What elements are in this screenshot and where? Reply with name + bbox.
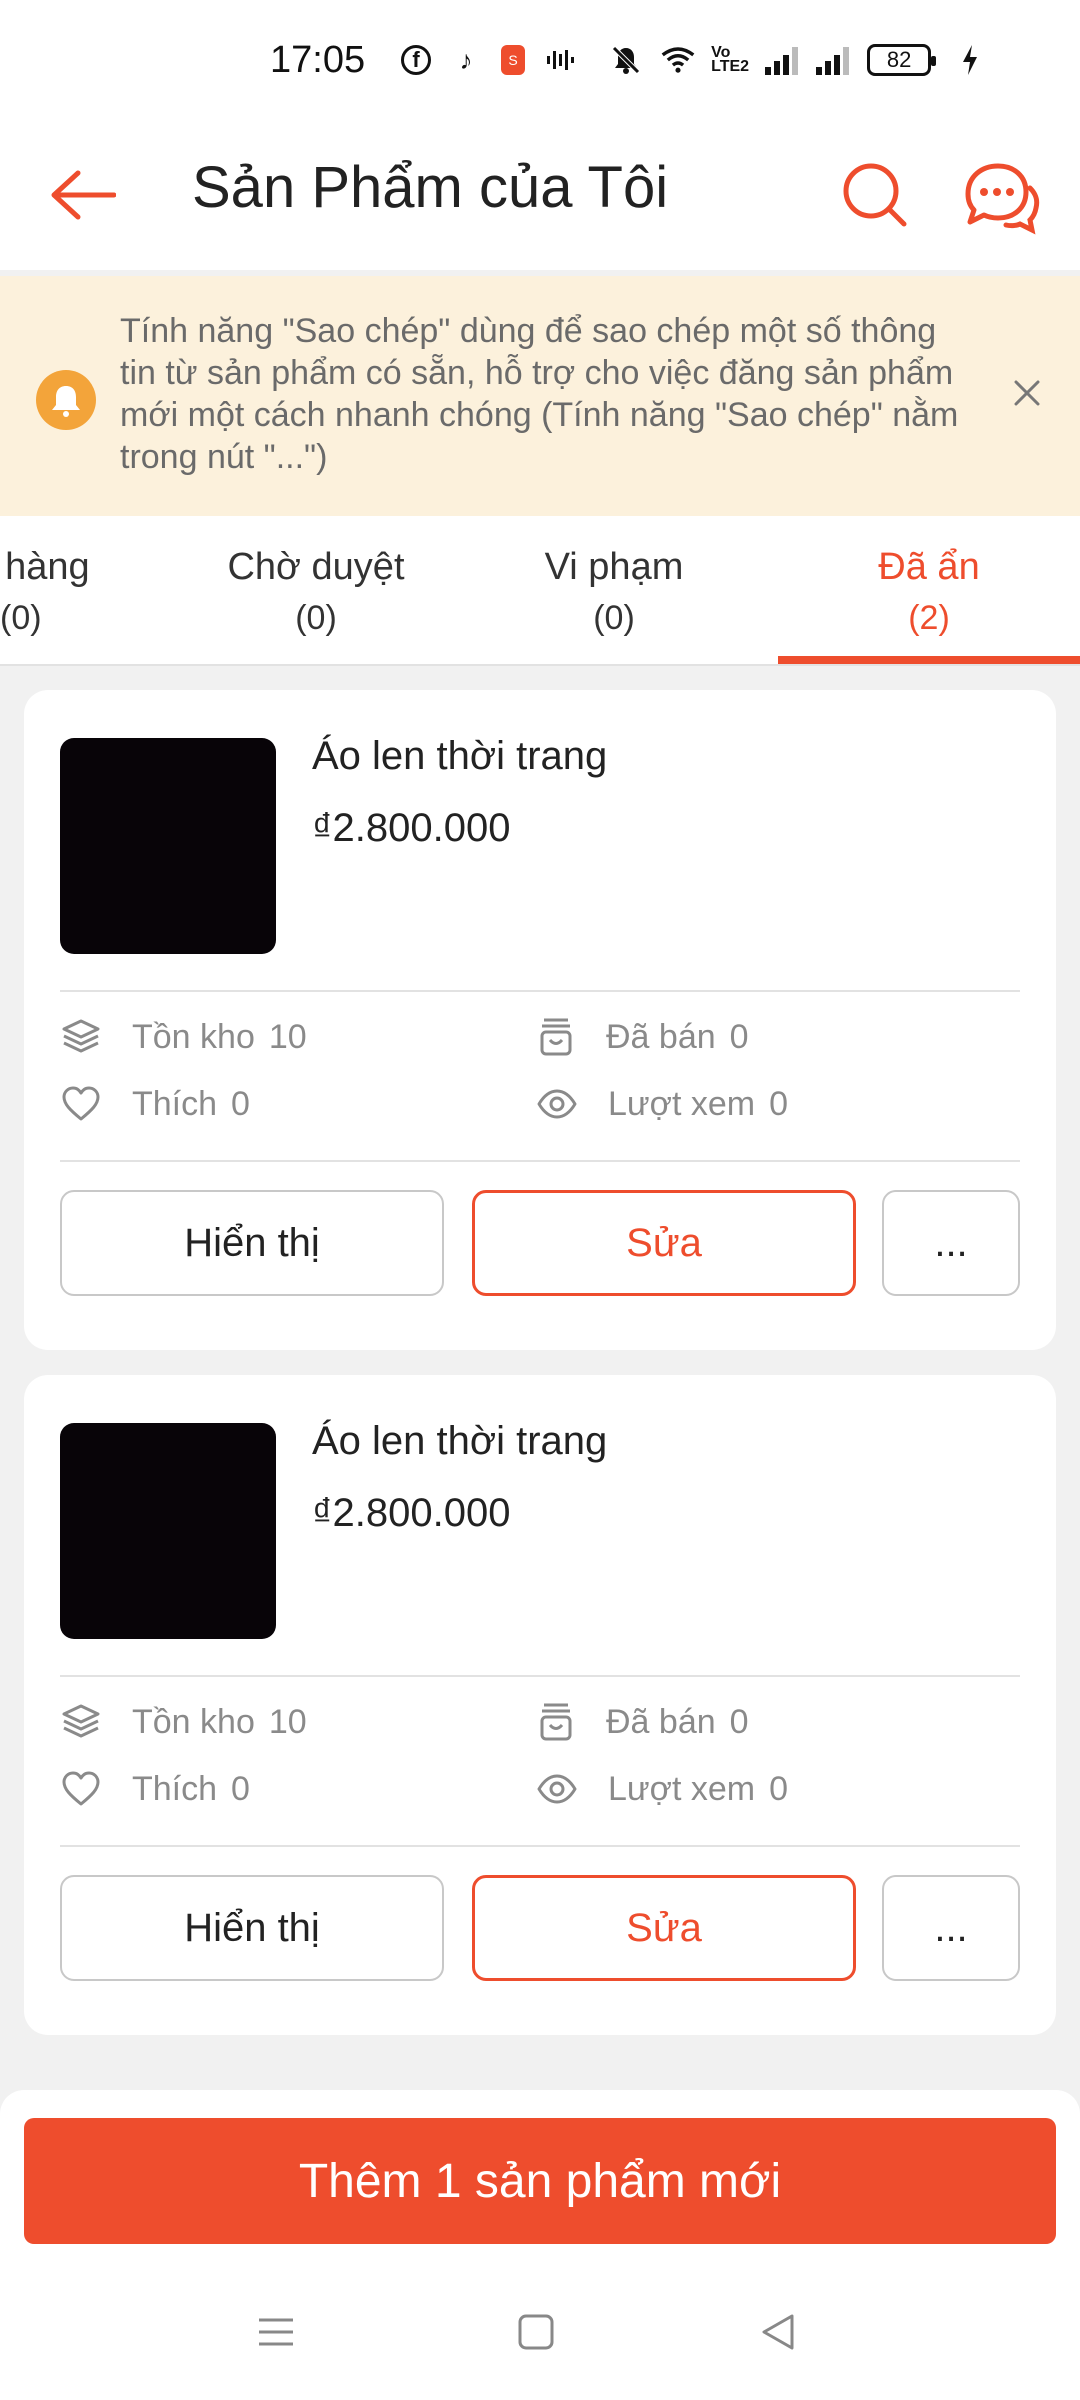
close-icon [1014, 380, 1040, 406]
battery-level: 82 [886, 47, 912, 72]
more-button[interactable]: ... [882, 1875, 1020, 1981]
divider [60, 1160, 1020, 1162]
status-time: 17:05 [270, 38, 366, 81]
stat-label: Tồn kho [132, 1702, 255, 1741]
search-button[interactable] [840, 160, 910, 230]
tab-count: (2) [908, 599, 950, 637]
tab-in-stock[interactable]: t hàng (0) [0, 546, 124, 638]
chat-button[interactable] [960, 158, 1040, 238]
stat-label: Đã bán [606, 1702, 716, 1741]
layers-icon [62, 1019, 100, 1053]
likes-stat: Thích 0 [60, 1084, 250, 1124]
product-card: Áo len thời trang ₫2.800.000 Tồn kho 10 … [24, 690, 1056, 1350]
stat-label: Thích [132, 1769, 218, 1808]
system-nav-bar [0, 2268, 1080, 2400]
stat-label: Lượt xem [608, 1769, 756, 1808]
views-stat: Lượt xem 0 [536, 1769, 788, 1809]
stock-stat: Tồn kho 10 [60, 1016, 307, 1058]
stat-value: 0 [729, 1702, 749, 1741]
mute-icon [609, 43, 643, 77]
back-button[interactable] [48, 160, 118, 230]
banner-close-button[interactable] [1006, 372, 1048, 414]
bell-icon [36, 370, 96, 430]
stat-value: 0 [769, 1769, 789, 1808]
sold-box-icon [540, 1018, 572, 1056]
shopeepay-icon: S [501, 45, 526, 75]
divider [60, 1675, 1020, 1677]
sound-wave-icon [543, 43, 577, 77]
sold-stat: Đã bán 0 [536, 1701, 749, 1743]
charging-icon [953, 43, 987, 77]
tab-hidden[interactable]: Đã ẩn (2) [778, 546, 1080, 638]
eye-icon [537, 1089, 577, 1119]
tab-count: (0) [593, 599, 635, 637]
battery-icon: 82 [867, 44, 937, 76]
edit-button[interactable]: Sửa [472, 1875, 856, 1981]
stat-label: Lượt xem [608, 1084, 756, 1123]
page: 17:05 f ♪ S Vo LTE2 82 Sản Phẩm của Tôi … [0, 0, 1080, 2400]
wifi-icon [661, 43, 695, 77]
product-card: Áo len thời trang ₫2.800.000 Tồn kho 10 … [24, 1375, 1056, 2035]
status-bar: 17:05 f ♪ S Vo LTE2 82 [0, 0, 1080, 120]
stat-value: 0 [729, 1017, 749, 1056]
facebook-icon: f [401, 45, 432, 75]
active-tab-indicator [778, 656, 1080, 664]
status-icons: f ♪ S Vo LTE2 82 [401, 43, 987, 77]
stat-value: 10 [268, 1702, 307, 1741]
heart-icon [62, 1771, 100, 1806]
tiktok-icon: ♪ [459, 44, 473, 75]
product-price: ₫2.800.000 [312, 1491, 511, 1535]
sold-box-icon [540, 1703, 572, 1741]
stat-label: Tồn kho [132, 1017, 255, 1056]
search-icon [843, 163, 907, 227]
heart-icon [62, 1086, 100, 1121]
home-icon[interactable] [516, 2312, 556, 2352]
product-thumbnail[interactable] [60, 738, 276, 954]
volte-icon: Vo LTE2 [711, 43, 750, 75]
tab-label: Đã ẩn [878, 546, 980, 588]
stat-value: 0 [231, 1084, 250, 1123]
tab-count: (0) [0, 599, 42, 637]
arrow-left-icon [51, 170, 116, 220]
product-price: ₫2.800.000 [312, 806, 511, 850]
signal-icon [765, 45, 799, 75]
status-tabs: t hàng (0) Chờ duyệt (0) Vi phạm (0) Đã … [0, 516, 1080, 666]
page-title: Sản Phẩm của Tôi [192, 155, 669, 220]
stat-label: Thích [132, 1084, 218, 1123]
views-stat: Lượt xem 0 [536, 1084, 788, 1124]
header: Sản Phẩm của Tôi [0, 120, 1080, 270]
layers-icon [62, 1704, 100, 1738]
back-nav-icon[interactable] [758, 2312, 798, 2352]
stat-value: 10 [268, 1017, 307, 1056]
stock-stat: Tồn kho 10 [60, 1701, 307, 1743]
show-button[interactable]: Hiển thị [60, 1190, 444, 1296]
tab-label: t hàng [0, 546, 90, 588]
chat-icon [965, 163, 1040, 235]
tab-pending[interactable]: Chờ duyệt (0) [186, 546, 446, 638]
signal-icon [816, 45, 850, 75]
tab-label: Vi phạm [544, 546, 684, 588]
edit-button[interactable]: Sửa [472, 1190, 856, 1296]
tab-label: Chờ duyệt [227, 546, 405, 588]
copy-feature-banner: Tính năng "Sao chép" dùng để sao chép mộ… [0, 276, 1080, 516]
likes-stat: Thích 0 [60, 1769, 250, 1809]
stat-value: 0 [769, 1084, 789, 1123]
stat-label: Đã bán [606, 1017, 716, 1056]
divider [60, 1845, 1020, 1847]
banner-text: Tính năng "Sao chép" dùng để sao chép mộ… [120, 312, 959, 476]
add-product-button[interactable]: Thêm 1 sản phẩm mới [24, 2118, 1056, 2244]
product-thumbnail[interactable] [60, 1423, 276, 1639]
product-name[interactable]: Áo len thời trang [312, 1419, 607, 1464]
menu-icon[interactable] [256, 2312, 296, 2352]
tab-count: (0) [295, 599, 337, 637]
stat-value: 0 [231, 1769, 250, 1808]
divider [60, 990, 1020, 992]
more-button[interactable]: ... [882, 1190, 1020, 1296]
eye-icon [537, 1774, 577, 1804]
sold-stat: Đã bán 0 [536, 1016, 749, 1058]
tab-violation[interactable]: Vi phạm (0) [484, 546, 744, 638]
product-name[interactable]: Áo len thời trang [312, 734, 607, 779]
show-button[interactable]: Hiển thị [60, 1875, 444, 1981]
